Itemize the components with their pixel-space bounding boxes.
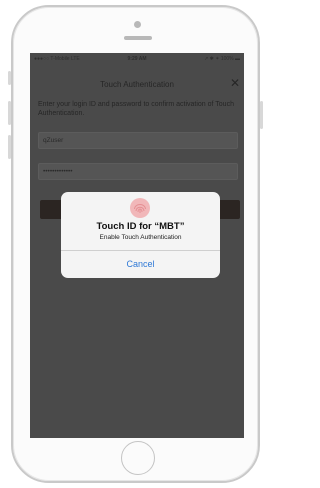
mute-switch xyxy=(8,71,11,85)
password-field[interactable]: ••••••••••••• xyxy=(38,163,238,180)
touch-id-dialog: Touch ID for “MBT” Enable Touch Authenti… xyxy=(61,192,220,278)
dialog-subtitle: Enable Touch Authentication xyxy=(99,234,182,241)
cancel-button[interactable]: Cancel xyxy=(61,251,220,278)
page-title: Touch Authentication xyxy=(100,80,174,89)
close-icon[interactable]: ✕ xyxy=(230,77,240,89)
fingerprint-icon xyxy=(130,198,150,218)
battery-indicator: ↗ ✱ ✶ 100% ▬ xyxy=(204,55,240,62)
login-id-field[interactable]: qZuser xyxy=(38,132,238,149)
front-camera xyxy=(134,21,141,28)
volume-up-button xyxy=(8,101,11,125)
dialog-title: Touch ID for “MBT” xyxy=(96,221,185,232)
volume-down-button xyxy=(8,135,11,159)
earpiece-speaker xyxy=(124,36,152,40)
status-bar: ●●●○○ T-Mobile LTE 9:29 AM ↗ ✱ ✶ 100% ▬ xyxy=(30,53,244,64)
instructions-text: Enter your login ID and password to conf… xyxy=(38,101,234,117)
home-button[interactable] xyxy=(121,441,155,475)
power-button xyxy=(260,101,263,129)
